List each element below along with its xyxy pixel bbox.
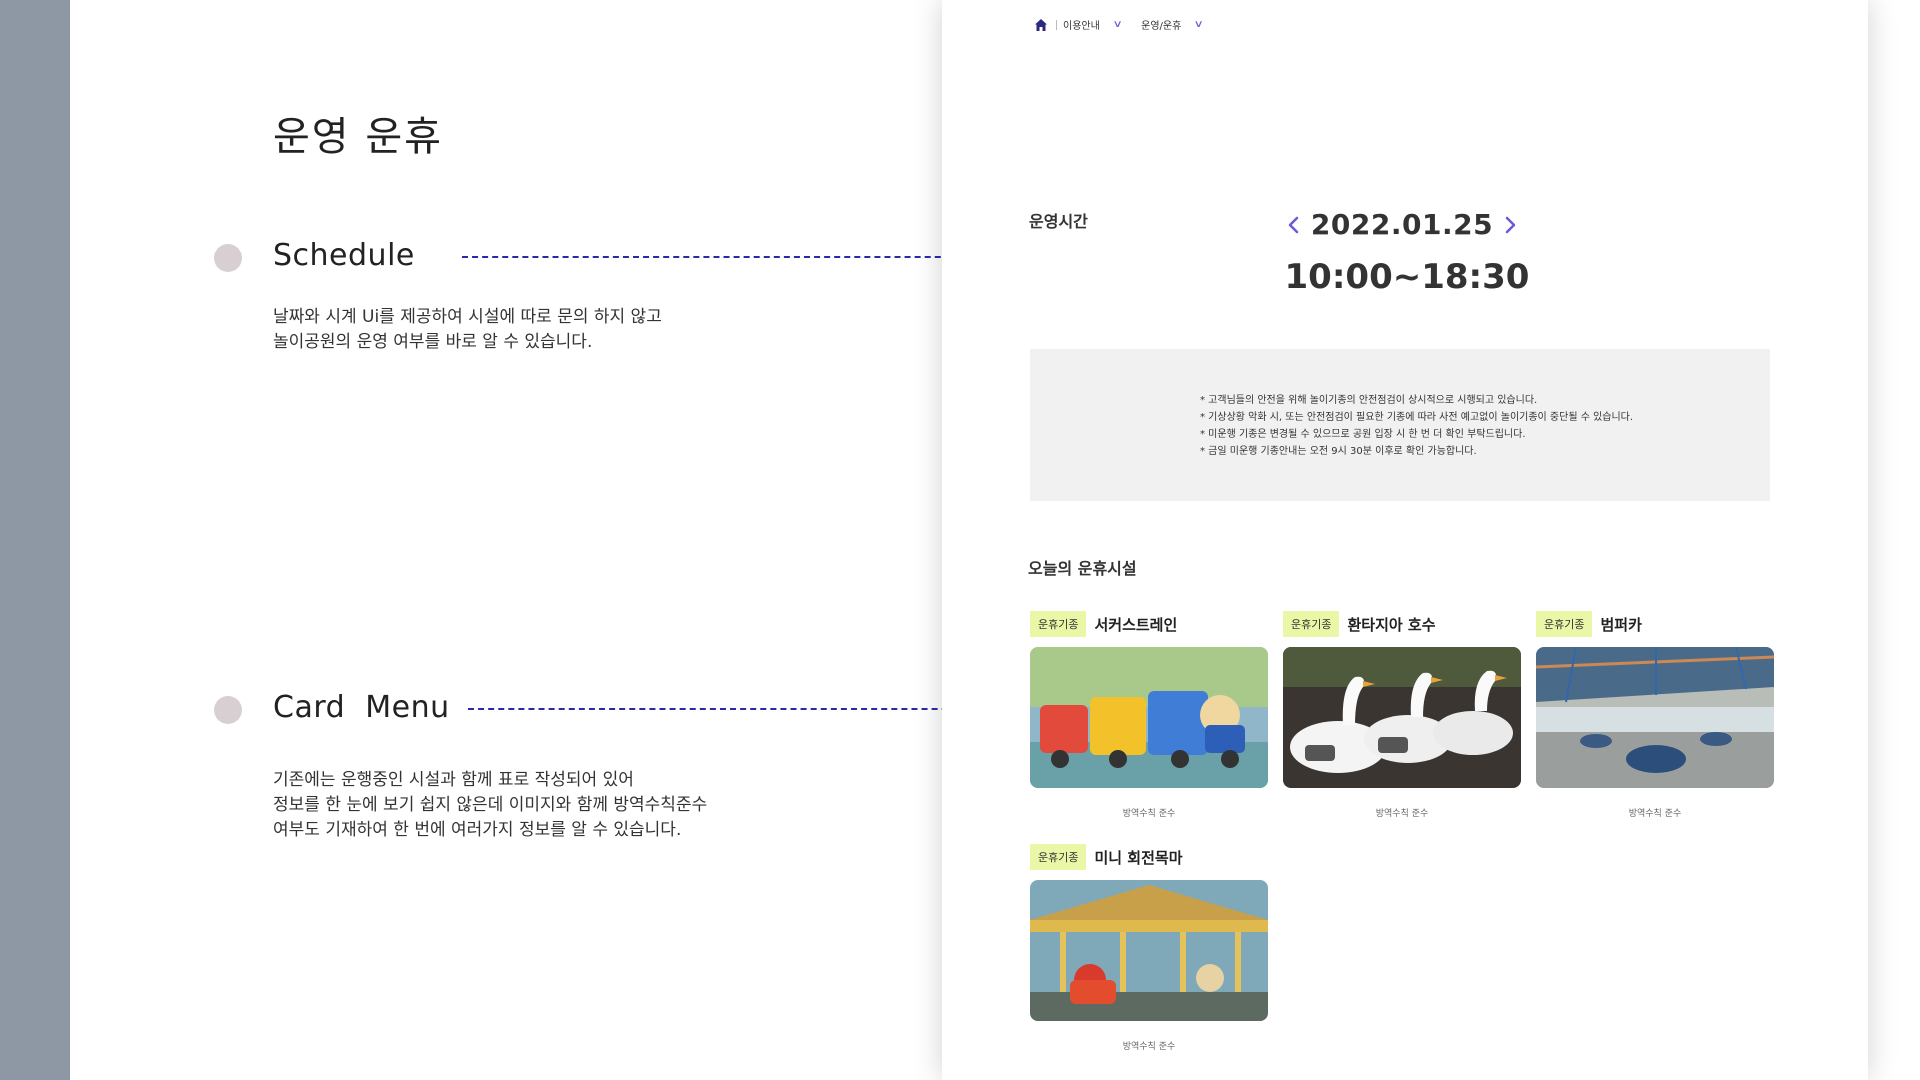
notice-item: * 기상상황 악화 시, 또는 안전점검이 필요한 기종에 따라 사전 예고없이… [1200,412,1634,423]
ride-image-fantasia-lake[interactable] [1283,647,1521,788]
schedule-time: 10:00~18:30 [1284,257,1530,297]
feature-desc-line: 놀이공원의 운영 여부를 바로 알 수 있습니다. [273,332,593,352]
card-header: 운휴기종 서커스트레인 [1030,611,1268,637]
chevron-left-icon[interactable] [1282,213,1306,237]
status-badge: 운휴기종 [1283,611,1340,637]
ride-image-bumper-car[interactable] [1536,647,1774,788]
breadcrumb-level1[interactable]: 이용안내 [1063,17,1100,32]
ride-name: 서커스트레인 [1094,615,1178,634]
ride-card[interactable]: 운휴기종 환타지아 호수 방역수칙 준수 [1283,611,1521,819]
date-selector: 2022.01.25 [1282,208,1522,241]
section-title-closed-rides: 오늘의 운휴시설 [1028,559,1137,578]
ride-card[interactable]: 운휴기종 범퍼카 방역수칙 준수 [1536,611,1774,819]
ride-image-circus-train[interactable] [1030,647,1268,788]
card-header: 운휴기종 범퍼카 [1536,611,1774,637]
feature-desc-line: 정보를 한 눈에 보기 쉽지 않은데 이미지와 함께 방역수칙준수 [273,795,708,815]
breadcrumb-divider [1056,19,1057,30]
ride-name: 환타지아 호수 [1347,615,1436,634]
ride-image-mini-carousel[interactable] [1030,880,1268,1021]
ride-card[interactable]: 운휴기종 서커스트레인 방역수칙 준수 [1030,611,1268,819]
notice-box: * 고객님들의 안전을 위해 놀이기종의 안전점검이 상시적으로 시행되고 있습… [1030,349,1770,501]
chevron-right-icon[interactable] [1498,213,1522,237]
breadcrumb-level2[interactable]: 운영/운휴 [1141,17,1181,32]
notice-item: * 금일 미운행 기종안내는 오전 9시 30분 이후로 확인 가능합니다. [1200,446,1477,457]
safety-note: 방역수칙 준수 [1122,1042,1176,1052]
ride-name: 미니 회전목마 [1094,848,1183,867]
feature-bullet-schedule [214,244,242,272]
notice-list: * 고객님들의 안전을 위해 놀이기종의 안전점검이 상시적으로 시행되고 있습… [1200,392,1633,460]
ride-name: 범퍼카 [1600,615,1642,634]
card-header: 운휴기종 미니 회전목마 [1030,844,1268,870]
connector-line-card-menu [468,708,988,710]
safety-note: 방역수칙 준수 [1628,809,1682,819]
feature-desc-line: 여부도 기재하여 한 번에 여러가지 정보를 알 수 있습니다. [273,820,682,840]
schedule-date: 2022.01.25 [1310,208,1494,241]
feature-desc-line: 날짜와 시계 Ui를 제공하여 시설에 따로 문의 하지 않고 [273,307,662,327]
status-badge: 운휴기종 [1536,611,1593,637]
feature-desc-line: 기존에는 운행중인 시설과 함께 표로 작성되어 있어 [273,770,634,790]
chevron-down-icon[interactable]: ∨ [1194,19,1204,30]
feature-title-schedule: Schedule [273,238,415,273]
status-badge: 운휴기종 [1030,611,1087,637]
notice-item: * 고객님들의 안전을 위해 놀이기종의 안전점검이 상시적으로 시행되고 있습… [1200,395,1538,406]
notice-item: * 미운행 기종은 변경될 수 있으므로 공원 입장 시 한 번 더 확인 부탁… [1200,429,1526,440]
feature-bullet-card-menu [214,696,242,724]
operating-hours-label: 운영시간 [1029,212,1088,231]
mockup-page: 이용안내 ∨ 운영/운휴 ∨ 운영시간 2022.01.25 10:00~18:… [942,0,1868,1080]
breadcrumb: 이용안내 ∨ 운영/운휴 ∨ [1034,17,1223,32]
safety-note: 방역수칙 준수 [1122,809,1176,819]
feature-desc-schedule: 날짜와 시계 Ui를 제공하여 시설에 따로 문의 하지 않고 놀이공원의 운영… [273,305,662,355]
feature-title-card-menu: Card Menu [273,690,450,725]
home-icon[interactable] [1034,18,1048,32]
page-title: 운영 운휴 [273,114,443,160]
chevron-down-icon[interactable]: ∨ [1112,19,1122,30]
feature-desc-card-menu: 기존에는 운행중인 시설과 함께 표로 작성되어 있어 정보를 한 눈에 보기 … [273,768,707,843]
card-header: 운휴기종 환타지아 호수 [1283,611,1521,637]
ride-card[interactable]: 운휴기종 미니 회전목마 방역수칙 준수 [1030,844,1268,1052]
safety-note: 방역수칙 준수 [1375,809,1429,819]
status-badge: 운휴기종 [1030,844,1087,870]
slide-canvas: 운영 운휴 Schedule 날짜와 시계 Ui를 제공하여 시설에 따로 문의… [70,0,1920,1080]
